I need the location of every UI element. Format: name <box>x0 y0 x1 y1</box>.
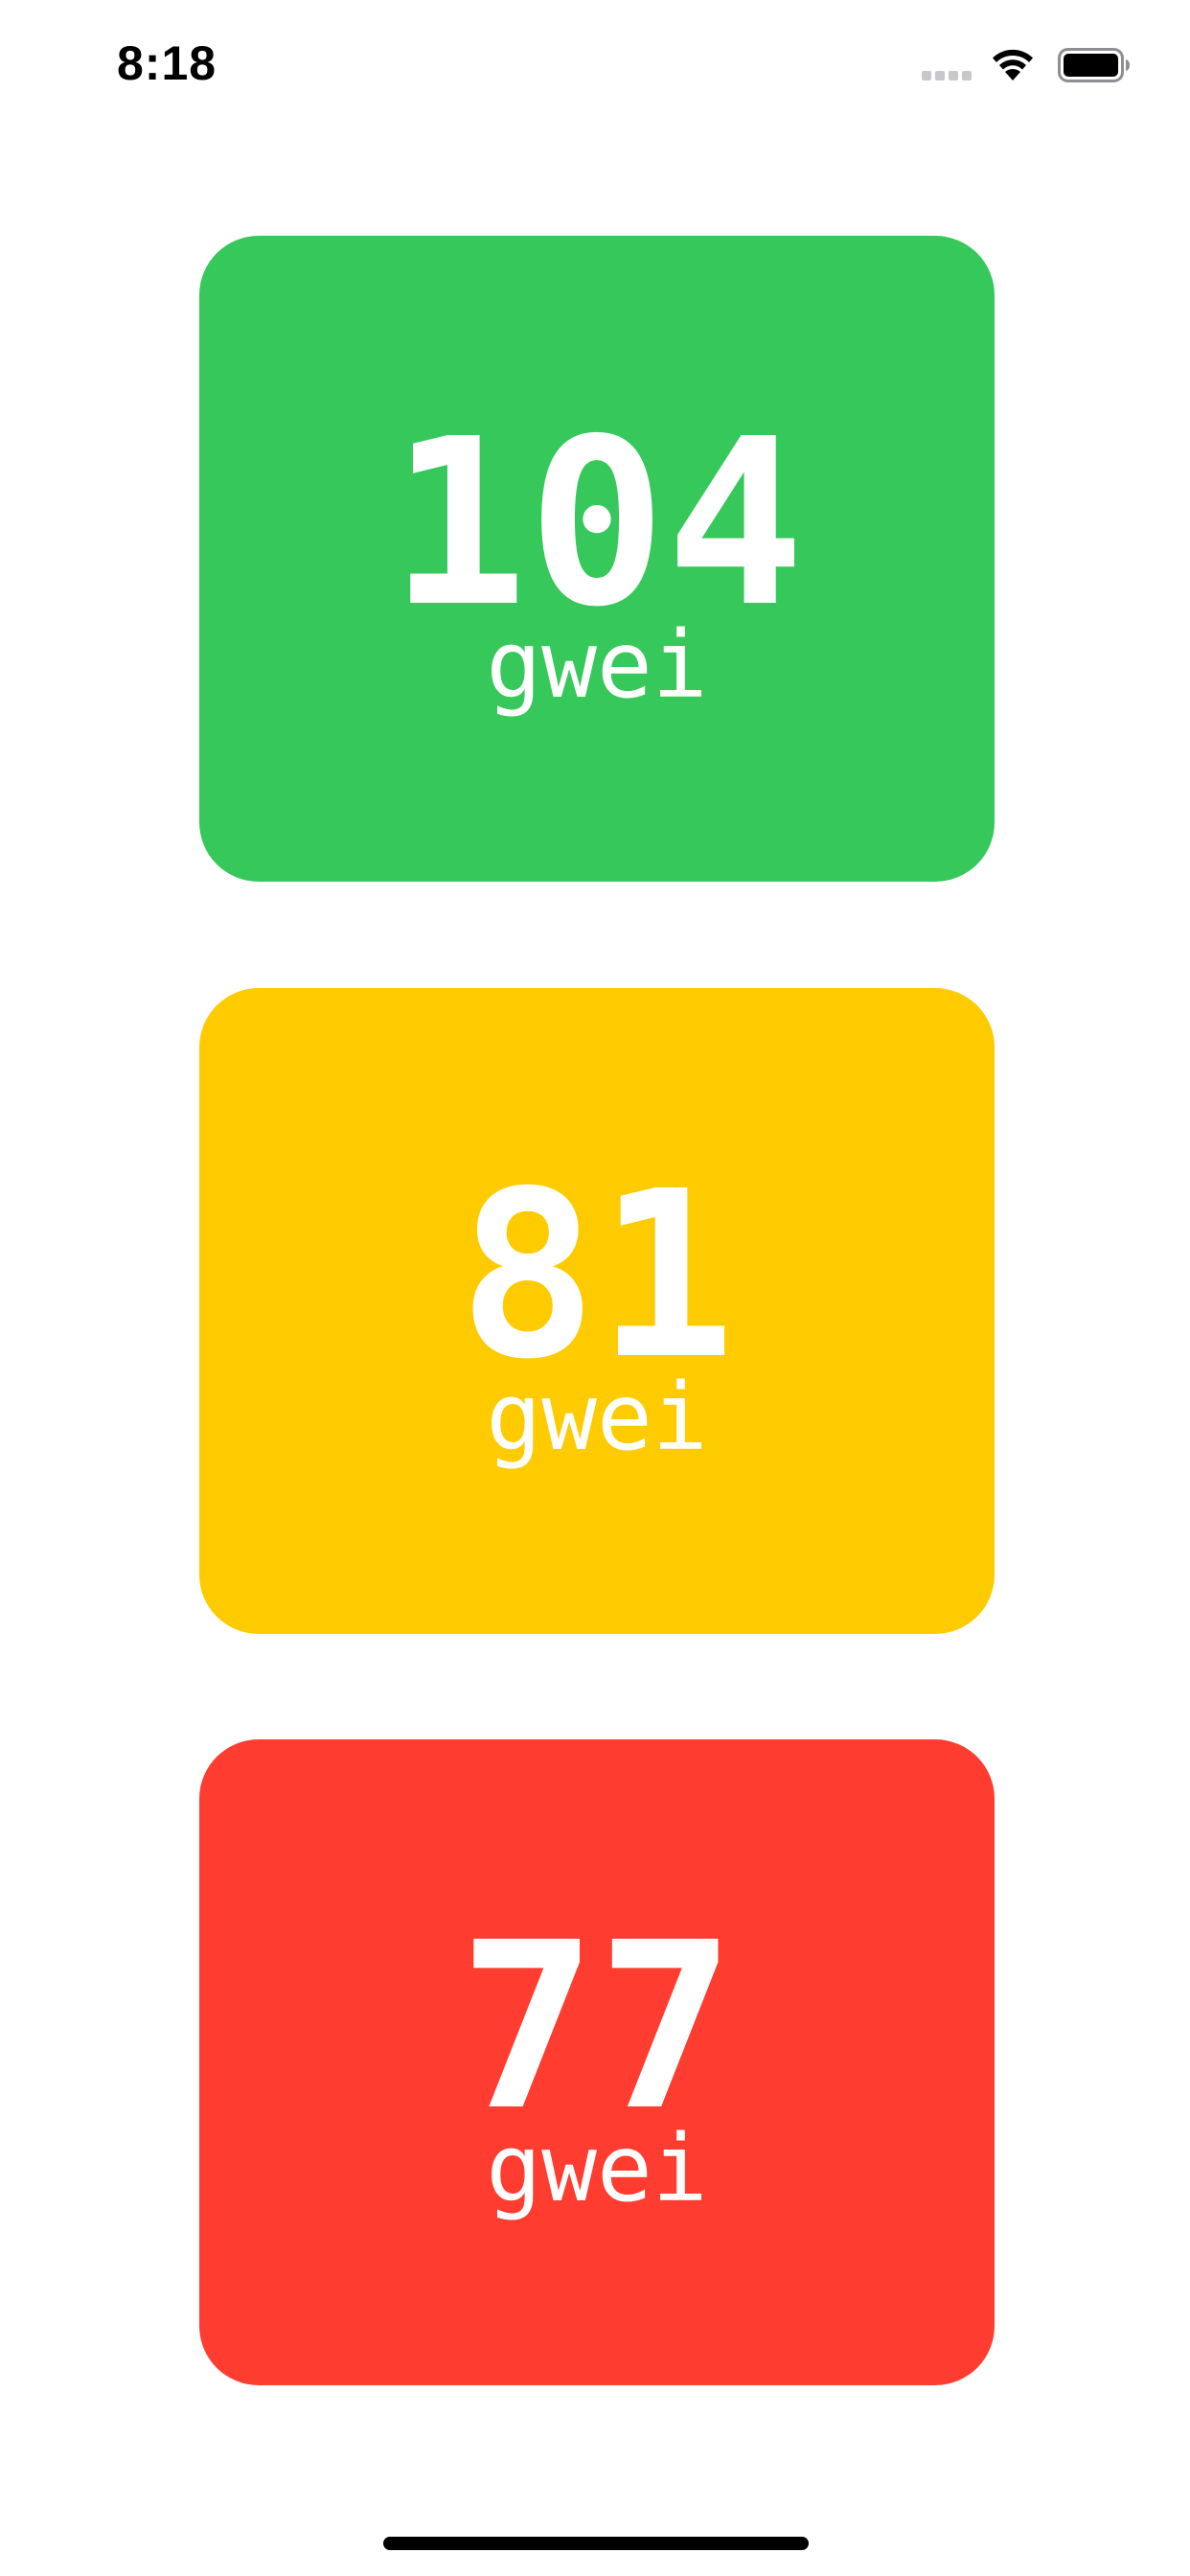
gas-price-card-fast[interactable]: 104 gwei <box>199 236 995 882</box>
gas-price-unit: gwei <box>486 611 708 719</box>
gas-price-value: 77 <box>458 1893 736 2161</box>
gas-price-unit: gwei <box>486 2115 708 2222</box>
home-indicator[interactable] <box>383 2537 809 2550</box>
status-time: 8:18 <box>117 36 217 90</box>
gas-price-card-slow[interactable]: 77 gwei <box>199 1739 995 2385</box>
gas-price-value: 81 <box>458 1141 736 1410</box>
cellular-signal-icon <box>922 71 975 82</box>
wifi-icon <box>993 49 1033 80</box>
status-bar: 8:18 <box>0 0 1190 126</box>
battery-icon <box>1058 48 1130 82</box>
gas-price-value: 104 <box>389 389 805 657</box>
gas-price-card-standard[interactable]: 81 gwei <box>199 988 995 1634</box>
gas-price-unit: gwei <box>486 1364 708 1471</box>
